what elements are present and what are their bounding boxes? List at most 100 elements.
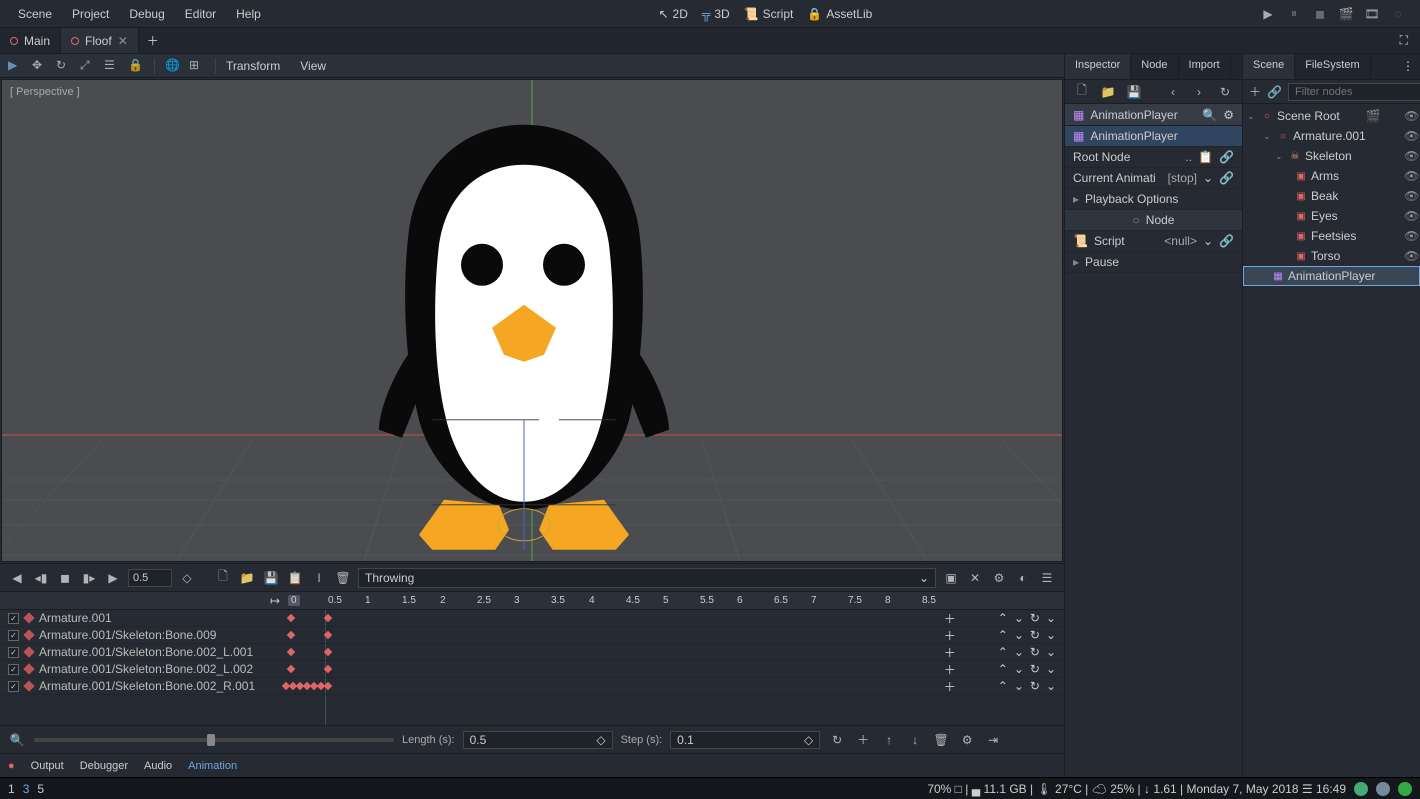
visibility-icon[interactable]: 👁 — [1404, 149, 1416, 163]
insp-back-icon[interactable]: ‹ — [1164, 83, 1182, 101]
anim-step-fwd-button[interactable]: ▮▸ — [80, 569, 98, 587]
lock-tool-icon[interactable]: 🔒 — [128, 58, 144, 74]
view-menu[interactable]: View — [300, 59, 326, 73]
track-add-key[interactable]: ＋ — [944, 610, 956, 627]
menu-editor[interactable]: Editor — [175, 3, 226, 25]
insp-link-icon[interactable]: 🔗 — [1219, 150, 1234, 164]
insp-link-icon[interactable]: 🔗 — [1219, 171, 1234, 185]
visibility-icon[interactable]: 👁 — [1404, 229, 1416, 243]
workspace-2d[interactable]: ↖ 2D — [658, 7, 687, 21]
add-node-button[interactable]: ＋ — [1249, 83, 1261, 101]
status-workspace-5[interactable]: 5 — [37, 782, 44, 796]
workspace-script[interactable]: 📜 Script — [744, 7, 794, 21]
status-workspace-3[interactable]: 3 — [23, 782, 30, 796]
track-add-button[interactable]: ＋ — [854, 731, 872, 749]
dock-tab-node[interactable]: Node — [1131, 54, 1178, 79]
insp-settings-icon[interactable]: ⚙ — [1223, 108, 1234, 122]
anim-time-field[interactable]: 0.5 — [128, 569, 172, 587]
anim-first-button[interactable]: ◀ — [8, 569, 26, 587]
distraction-free-button[interactable]: ⛶ — [1388, 28, 1420, 53]
visibility-icon[interactable]: 👁 — [1404, 169, 1416, 183]
anim-step-back-button[interactable]: ◂▮ — [32, 569, 50, 587]
filter-nodes-input[interactable] — [1288, 83, 1420, 101]
render-options-icon[interactable]: ◌ — [1390, 6, 1406, 22]
track-row[interactable]: ✓ Armature.001/Skeleton:Bone.002_L.001 ＋… — [0, 644, 1064, 661]
insp-new-resource-icon[interactable]: 🗋 — [1073, 83, 1091, 101]
dropdown-icon[interactable]: ⌄ — [1203, 171, 1213, 185]
track-row[interactable]: ✓ Armature.001/Skeleton:Bone.002_L.002 ＋… — [0, 661, 1064, 678]
anim-autoplay-button[interactable]: ▣ — [942, 569, 960, 587]
track-wrap[interactable]: ⌃ — [998, 611, 1008, 625]
track-remove-button[interactable]: 🗑 — [932, 731, 950, 749]
insp-type-row[interactable]: ▦ AnimationPlayer — [1065, 126, 1242, 147]
visibility-icon[interactable]: 👁 — [1404, 249, 1416, 263]
zoom-slider[interactable] — [34, 738, 394, 742]
track-down-button[interactable]: ↓ — [906, 731, 924, 749]
track-add-key[interactable]: ＋ — [944, 644, 956, 661]
scene-tab-main[interactable]: Main — [0, 28, 61, 53]
track-add-key[interactable]: ＋ — [944, 678, 956, 695]
insp-history-icon[interactable]: ↻ — [1216, 83, 1234, 101]
track-cleanup-button[interactable]: ⇥ — [984, 731, 1002, 749]
insp-save-resource-icon[interactable]: 💾 — [1125, 83, 1143, 101]
snap-icon[interactable]: ⊞ — [189, 58, 205, 74]
track-wrap[interactable]: ⌃ — [998, 628, 1008, 642]
move-tool-icon[interactable]: ✥ — [32, 58, 48, 74]
timeline-ruler[interactable]: ↦ 0 0.5 1 1.5 2 2.5 3 3.5 4 4.5 5 5.5 6 … — [0, 592, 1064, 610]
track-add-key[interactable]: ＋ — [944, 627, 956, 644]
visibility-icon[interactable]: 👁 — [1404, 189, 1416, 203]
insp-current-anim-row[interactable]: Current Animati [stop] ⌄ 🔗 — [1065, 168, 1242, 189]
status-workspace-1[interactable]: 1 — [8, 782, 15, 796]
dock-tab-import[interactable]: Import — [1179, 54, 1231, 79]
anim-pin-button[interactable]: ☰ — [1038, 569, 1056, 587]
track-mode[interactable]: ⌄ — [1046, 611, 1056, 625]
play-custom-button[interactable]: 🎞 — [1364, 6, 1380, 22]
track-mode[interactable]: ⌄ — [1046, 679, 1056, 693]
anim-rename-button[interactable]: I — [310, 569, 328, 587]
transform-menu[interactable]: Transform — [226, 59, 280, 73]
visibility-icon[interactable]: 👁 — [1404, 109, 1416, 123]
anim-save-button[interactable]: 💾 — [262, 569, 280, 587]
track-mode[interactable]: ⌄ — [1046, 645, 1056, 659]
anim-load-button[interactable]: 📁 — [238, 569, 256, 587]
menu-project[interactable]: Project — [62, 3, 119, 25]
pause-button[interactable]: ⏸ — [1286, 6, 1302, 22]
length-field[interactable]: 0.5◇ — [463, 731, 613, 749]
track-add-key[interactable]: ＋ — [944, 661, 956, 678]
anim-play-button[interactable]: ▶ — [104, 569, 122, 587]
instance-scene-button[interactable]: 🔗 — [1267, 83, 1282, 101]
track-loop[interactable]: ↻ — [1030, 611, 1040, 625]
workspace-3d[interactable]: ╦ 3D — [702, 7, 730, 21]
track-row[interactable]: ✓ Armature.001/Skeleton:Bone.002_R.001 ＋… — [0, 678, 1064, 695]
bottom-tab-animation[interactable]: Animation — [188, 760, 237, 772]
insp-script-row[interactable]: 📜Script <null> ⌄ 🔗 — [1065, 231, 1242, 252]
anim-loop-button[interactable]: ↻ — [828, 731, 846, 749]
anim-new-button[interactable]: 🗋 — [214, 569, 232, 587]
track-loop[interactable]: ↻ — [1030, 662, 1040, 676]
tree-node-torso[interactable]: ▣ Torso 👁 — [1243, 246, 1420, 266]
track-loop[interactable]: ↻ — [1030, 679, 1040, 693]
track-enable-checkbox[interactable]: ✓ — [8, 647, 19, 658]
insp-forward-icon[interactable]: › — [1190, 83, 1208, 101]
dock-options-icon[interactable]: ⋮ — [1396, 54, 1420, 79]
tree-node-feetsies[interactable]: ▣ Feetsies 👁 — [1243, 226, 1420, 246]
select-tool-icon[interactable]: ▶ — [8, 58, 24, 74]
tree-node-scene-root[interactable]: ⌄ ○ Scene Root 🎬 👁 — [1243, 106, 1420, 126]
insp-search-icon[interactable]: 🔍 — [1202, 108, 1217, 122]
track-wrap[interactable]: ⌃ — [998, 679, 1008, 693]
anim-tools-button[interactable]: ⚙ — [990, 569, 1008, 587]
tree-toggle-icon[interactable]: ⌄ — [1247, 111, 1257, 122]
track-loop[interactable]: ↻ — [1030, 645, 1040, 659]
viewport-3d[interactable]: [ Perspective ] — [1, 79, 1063, 562]
tree-node-arms[interactable]: ▣ Arms 👁 — [1243, 166, 1420, 186]
anim-delete-button[interactable]: 🗑 — [334, 569, 352, 587]
anim-name-select[interactable]: Throwing⌄ — [358, 568, 936, 588]
visibility-icon[interactable]: 👁 — [1404, 209, 1416, 223]
anim-onion-button[interactable]: ◐ — [1014, 569, 1032, 587]
anim-stop-button[interactable]: ◼ — [56, 569, 74, 587]
tree-toggle-icon[interactable]: ⌄ — [1275, 151, 1285, 162]
track-mode[interactable]: ⌄ — [1046, 628, 1056, 642]
track-enable-checkbox[interactable]: ✓ — [8, 630, 19, 641]
anim-spinner-icon[interactable]: ◇ — [178, 569, 196, 587]
tree-node-armature[interactable]: ⌄ ○ Armature.001 👁 — [1243, 126, 1420, 146]
